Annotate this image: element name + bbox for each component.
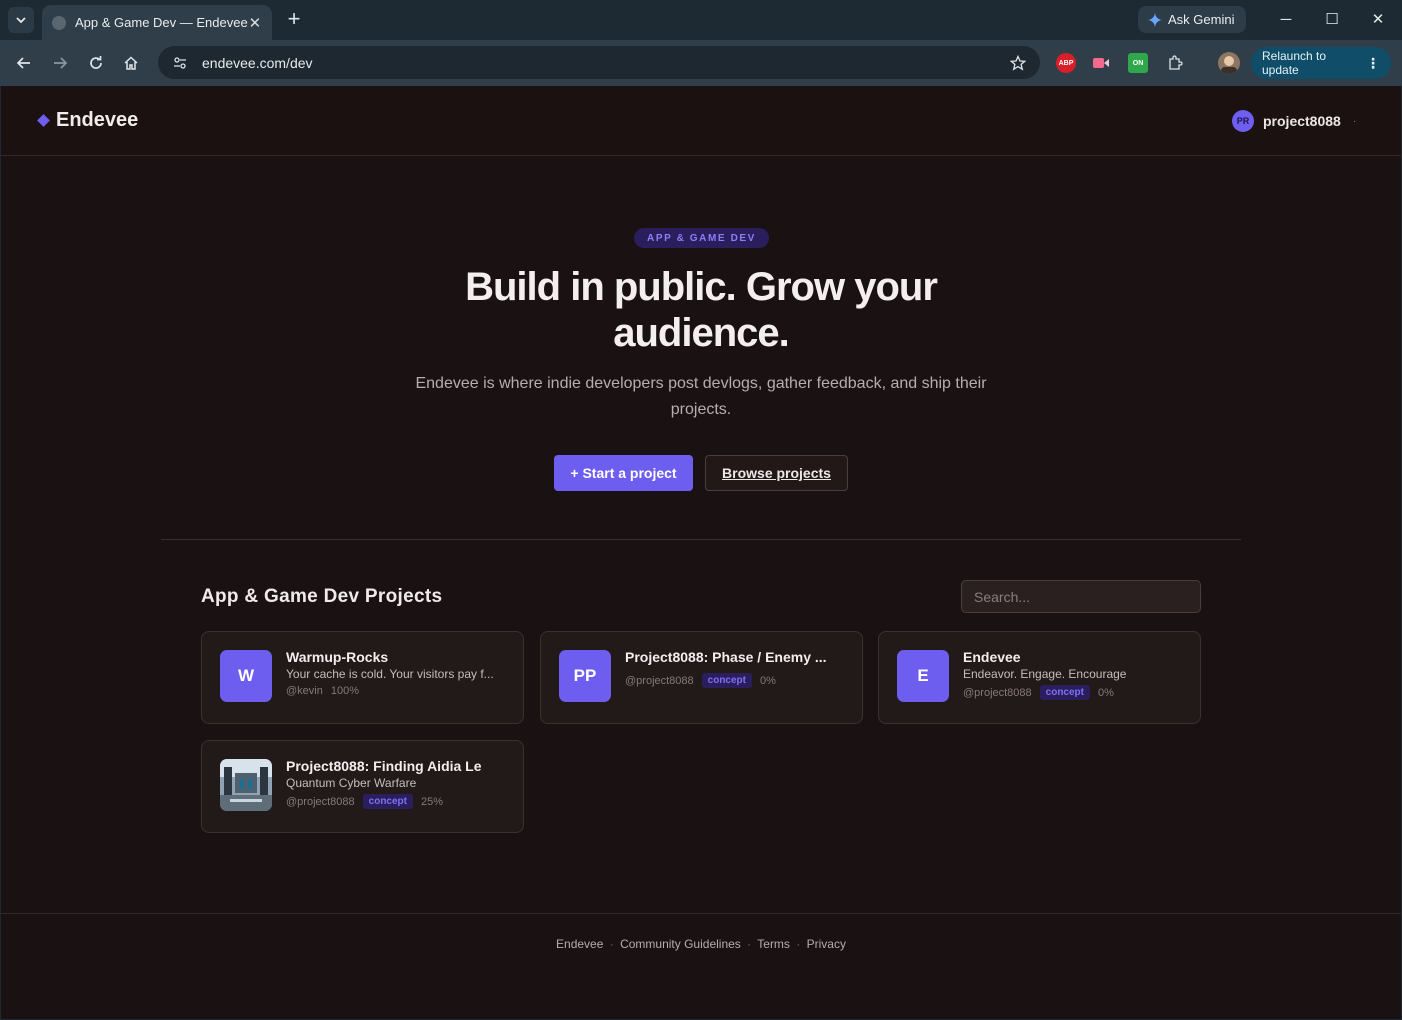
hero-subtitle-line-2: projects.	[670, 401, 732, 418]
maximize-button[interactable]: ☐	[1320, 8, 1344, 32]
category-badge: APP & GAME DEV	[634, 228, 769, 248]
project-author: @kevin	[286, 685, 323, 697]
home-button[interactable]	[119, 51, 143, 75]
stage-badge: concept	[362, 794, 413, 809]
hero-subtitle: Endevee is where indie developers post d…	[401, 371, 1001, 423]
profile-avatar[interactable]	[1218, 52, 1240, 74]
project-thumbnail: W	[220, 650, 272, 702]
footer-link-community-guidelines[interactable]: Community Guidelines	[620, 937, 741, 951]
user-name: project8088	[1263, 113, 1341, 129]
project-tagline: Quantum Cyber Warfare	[286, 776, 417, 790]
footer-link-terms[interactable]: Terms	[757, 937, 790, 951]
project-image-thumbnail	[220, 759, 272, 811]
reload-button[interactable]	[84, 51, 108, 75]
arrow-left-icon	[16, 57, 30, 69]
project-progress: 100%	[330, 685, 359, 697]
brand-logo[interactable]: Endevee	[37, 109, 139, 132]
chevron-down-icon	[16, 17, 26, 24]
project-card-warmup-rocks[interactable]: W Warmup-Rocks Your cache is cold. Your …	[201, 631, 524, 724]
project-card-phase-enemy[interactable]: PP Project8088: Phase / Enemy ... @proje…	[540, 631, 863, 724]
browser-tab-active[interactable]: App & Game Dev — Endevee ✕	[42, 5, 272, 40]
reload-icon	[90, 56, 102, 69]
project-thumbnail: E	[897, 650, 949, 702]
project-title: Endevee	[963, 649, 1021, 665]
stage-badge: concept	[701, 673, 752, 688]
browser-toolbar: endevee.com/dev ABP ON Relaunch to updat…	[0, 40, 1402, 86]
project-title: Project8088: Phase / Enemy ...	[625, 649, 827, 665]
project-thumbnail: PP	[559, 650, 611, 702]
hero-section: APP & GAME DEV Build in public. Grow you…	[1, 156, 1401, 616]
project-author: @project8088	[963, 686, 1032, 699]
new-tab-button[interactable]: +	[283, 8, 305, 30]
project-progress: 0%	[1098, 686, 1114, 699]
project-progress: 0%	[760, 674, 776, 687]
project-meta: @project8088 concept 25%	[286, 794, 510, 809]
project-progress: 25%	[421, 795, 444, 808]
footer-link-privacy[interactable]: Privacy	[807, 937, 846, 951]
user-menu-caret: ·	[1352, 115, 1357, 127]
forward-button[interactable]	[48, 51, 72, 75]
relaunch-to-update-button[interactable]: Relaunch to update ⋮	[1251, 47, 1391, 79]
footer-separator: ·	[609, 937, 614, 951]
more-vert-icon[interactable]: ⋮	[1366, 55, 1380, 72]
brand-name: Endevee	[56, 109, 139, 131]
project-meta: @project8088 concept 0%	[963, 685, 1187, 700]
project-tagline: Endeavor. Engage. Encourage	[963, 667, 1127, 681]
cyber-scene-image	[220, 759, 272, 811]
project-title: Project8088: Finding Aidia Le	[286, 758, 482, 774]
footer-link-endevee[interactable]: Endevee	[556, 937, 603, 951]
projects-section-title: App & Game Dev Projects	[201, 586, 443, 607]
screen-record-extension-icon[interactable]	[1091, 53, 1111, 73]
toggle-extension-icon[interactable]: ON	[1128, 53, 1148, 73]
ask-gemini-label: Ask Gemini	[1168, 12, 1235, 27]
footer-separator: ·	[747, 937, 752, 951]
tab-search-button[interactable]	[8, 7, 34, 33]
project-author: @project8088	[286, 795, 355, 808]
ask-gemini-button[interactable]: Ask Gemini	[1138, 6, 1246, 33]
tab-title: App & Game Dev — Endevee	[75, 15, 248, 30]
footer-separator: ·	[796, 937, 801, 951]
hero-title: Build in public. Grow your audience.	[301, 264, 1101, 356]
footer-links: Endevee · Community Guidelines · Terms ·…	[1, 937, 1401, 951]
site-info-icon[interactable]	[170, 53, 190, 73]
project-tagline: Your cache is cold. Your visitors pay f.…	[286, 667, 494, 681]
stage-badge: concept	[1039, 685, 1090, 700]
adblock-extension-icon[interactable]: ABP	[1056, 53, 1076, 73]
project-card-endevee[interactable]: E Endevee Endeavor. Engage. Encourage @p…	[878, 631, 1201, 724]
browse-projects-button[interactable]: Browse projects	[705, 455, 848, 491]
site-footer: Endevee · Community Guidelines · Terms ·…	[1, 913, 1401, 1019]
project-card-finding-aidia[interactable]: Project8088: Finding Aidia Le Quantum Cy…	[201, 740, 524, 833]
project-meta: @project8088 concept 0%	[625, 673, 849, 688]
search-input[interactable]	[961, 580, 1201, 613]
home-icon	[124, 56, 138, 70]
relaunch-label: Relaunch to update	[1262, 49, 1327, 77]
arrow-right-icon	[54, 57, 68, 69]
browser-tabstrip: App & Game Dev — Endevee ✕ + Ask Gemini …	[0, 0, 1402, 40]
minimize-button[interactable]: ─	[1274, 8, 1298, 32]
project-author: @project8088	[625, 674, 694, 687]
project-meta: @kevin 100%	[286, 685, 510, 697]
user-menu[interactable]: PR project8088 ·	[1232, 110, 1356, 132]
address-bar[interactable]: endevee.com/dev	[158, 46, 1040, 79]
page-viewport: Endevee PR project8088 · APP & GAME DEV …	[1, 86, 1401, 1019]
extensions-puzzle-icon[interactable]	[1165, 53, 1185, 73]
bookmark-star-icon[interactable]	[1008, 53, 1028, 73]
user-avatar: PR	[1232, 110, 1254, 132]
start-project-button[interactable]: + Start a project	[554, 455, 693, 491]
globe-icon	[52, 15, 66, 30]
back-button[interactable]	[12, 51, 36, 75]
section-divider	[161, 539, 1241, 540]
diamond-icon	[37, 114, 50, 127]
close-window-button[interactable]: ✕	[1366, 8, 1390, 32]
site-header: Endevee PR project8088 ·	[1, 86, 1401, 156]
hero-subtitle-line-1: Endevee is where indie developers post d…	[415, 375, 987, 392]
hero-title-line-1: Build in public. Grow your	[465, 265, 938, 309]
project-title: Warmup-Rocks	[286, 649, 389, 665]
url-text[interactable]: endevee.com/dev	[202, 55, 1008, 71]
hero-title-line-2: audience.	[613, 311, 790, 355]
gemini-sparkle-icon	[1148, 12, 1162, 27]
close-icon[interactable]: ✕	[248, 14, 262, 32]
